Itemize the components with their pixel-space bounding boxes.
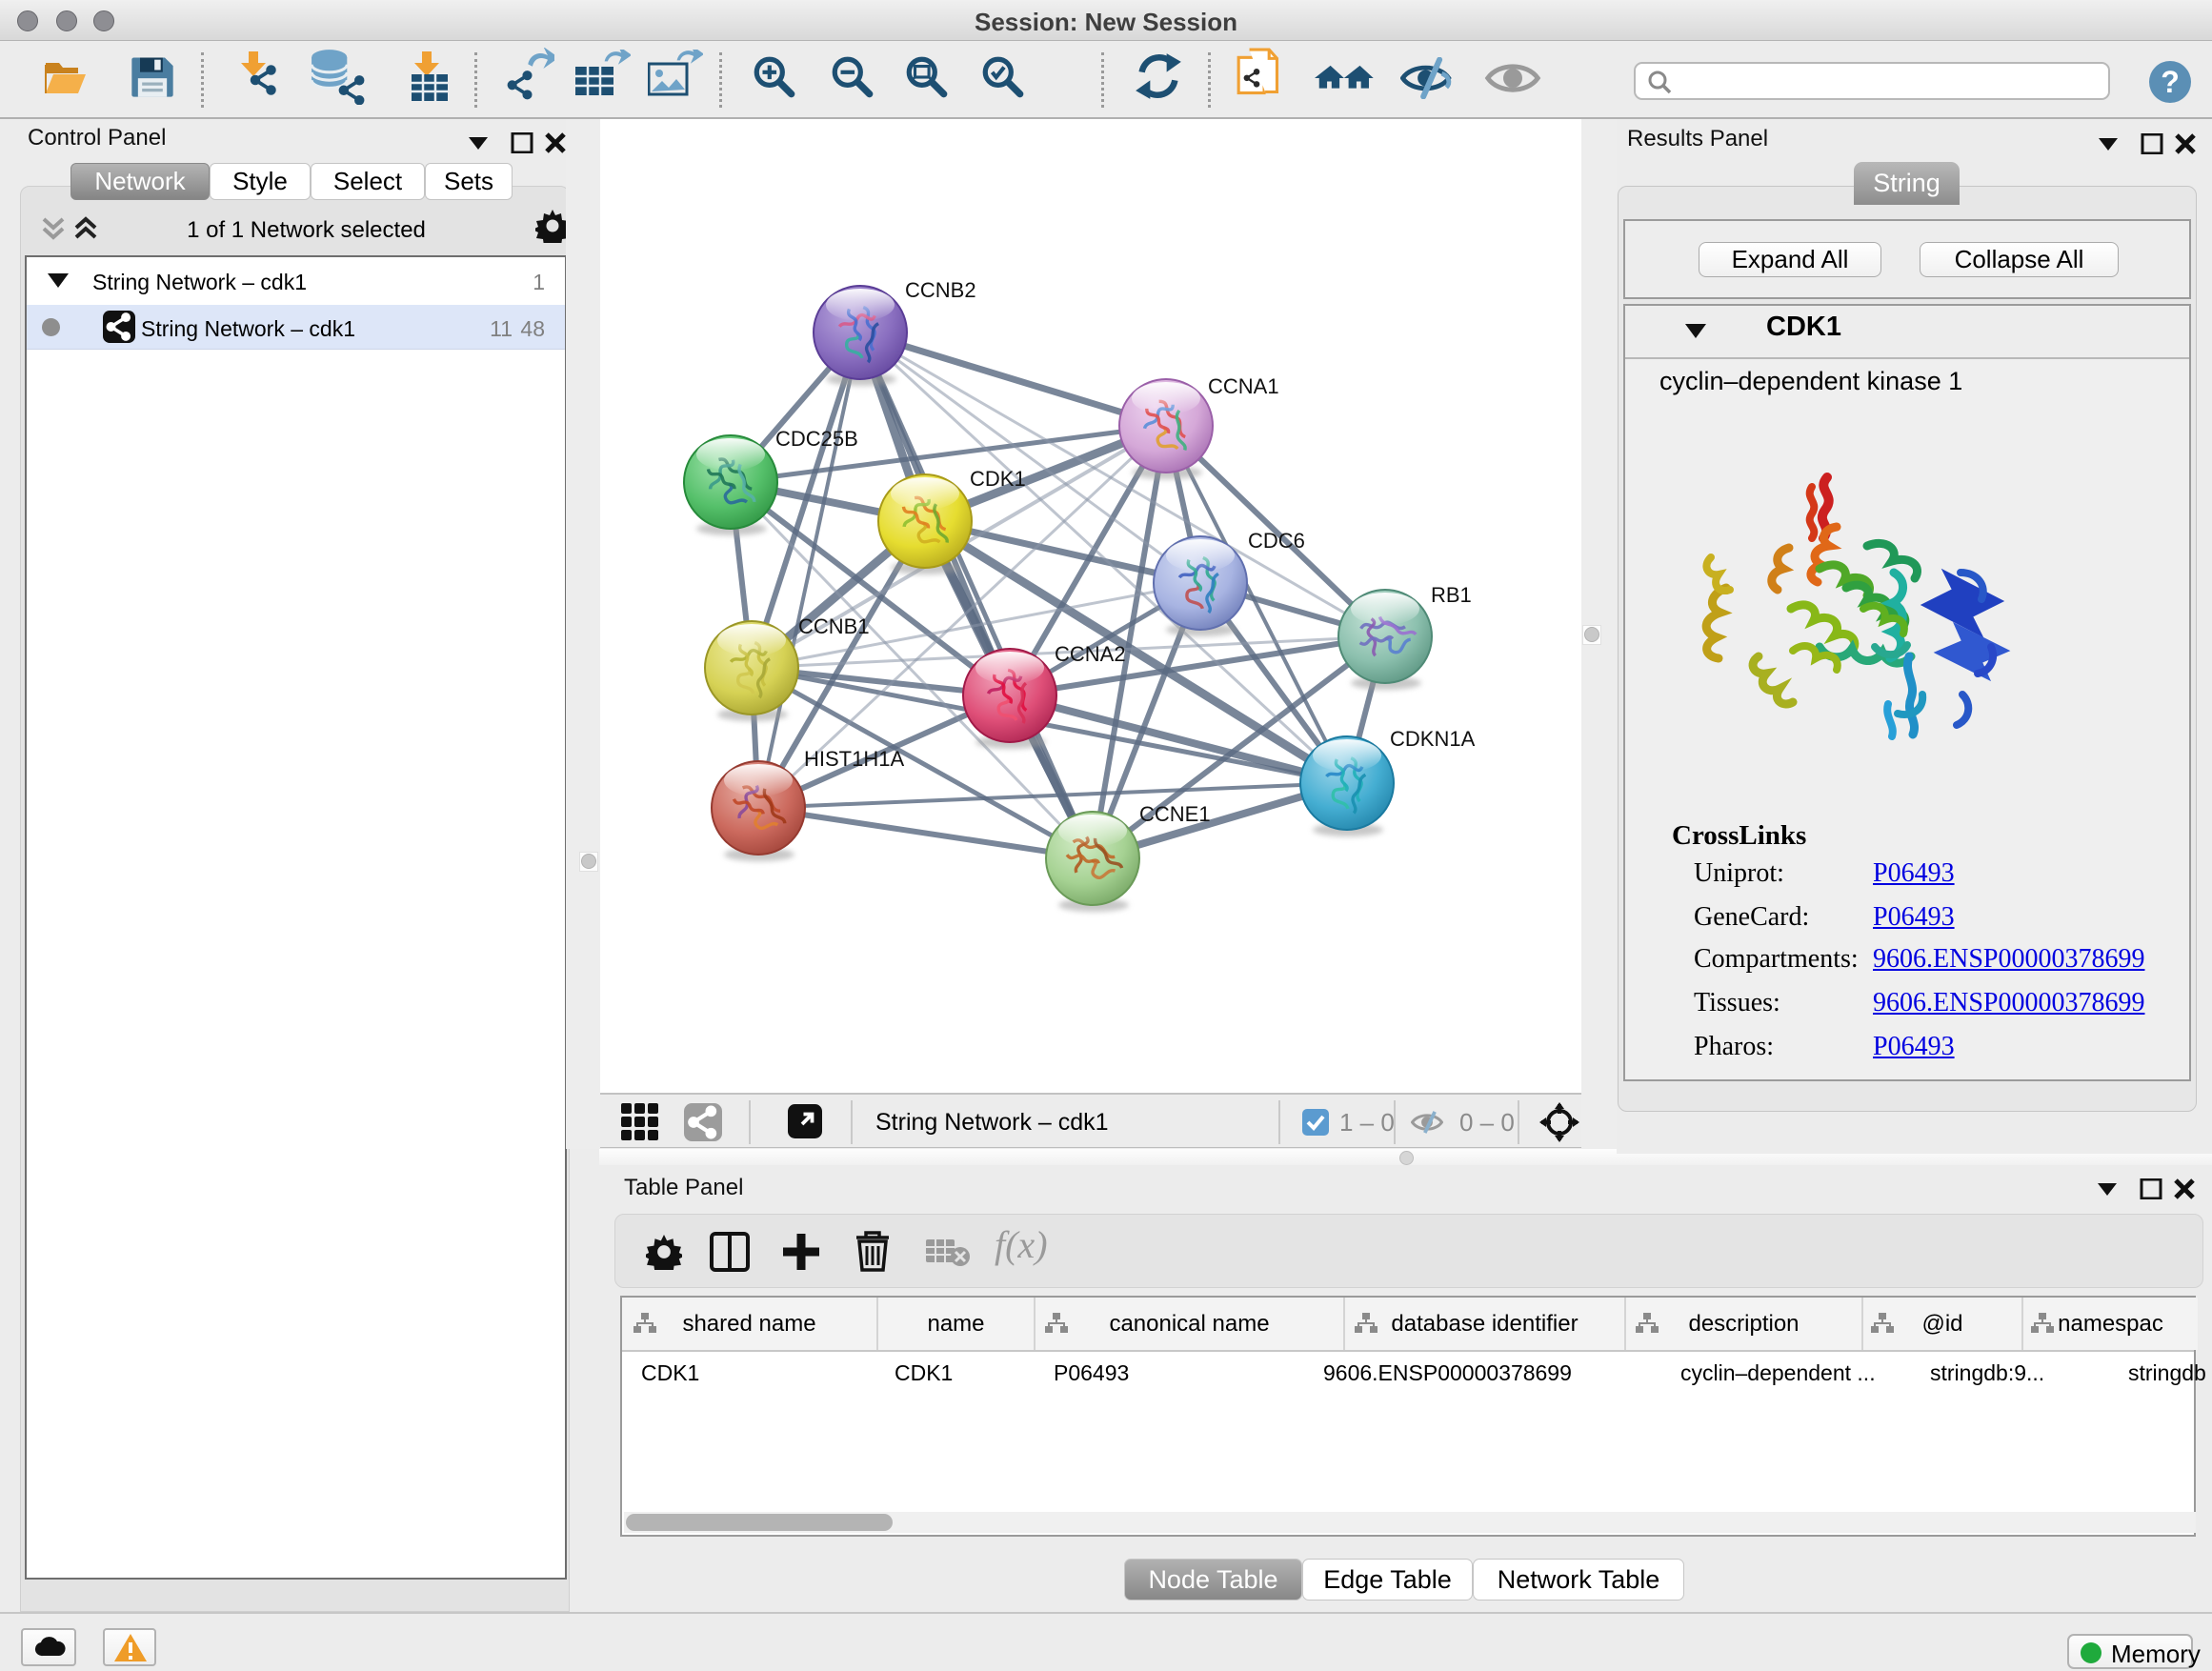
svg-text:CCNB2: CCNB2 [905, 278, 976, 302]
svg-text:CCNA1: CCNA1 [1208, 374, 1279, 398]
svg-text:CDC6: CDC6 [1248, 529, 1305, 553]
svg-text:CDK1: CDK1 [970, 467, 1026, 491]
svg-text:CCNE1: CCNE1 [1139, 802, 1211, 826]
svg-text:CDC25B: CDC25B [775, 427, 858, 451]
svg-text:CCNB1: CCNB1 [798, 614, 870, 638]
svg-text:RB1: RB1 [1431, 583, 1472, 607]
svg-text:CCNA2: CCNA2 [1055, 642, 1126, 666]
svg-text:HIST1H1A: HIST1H1A [804, 747, 904, 771]
svg-text:CDKN1A: CDKN1A [1390, 727, 1476, 751]
